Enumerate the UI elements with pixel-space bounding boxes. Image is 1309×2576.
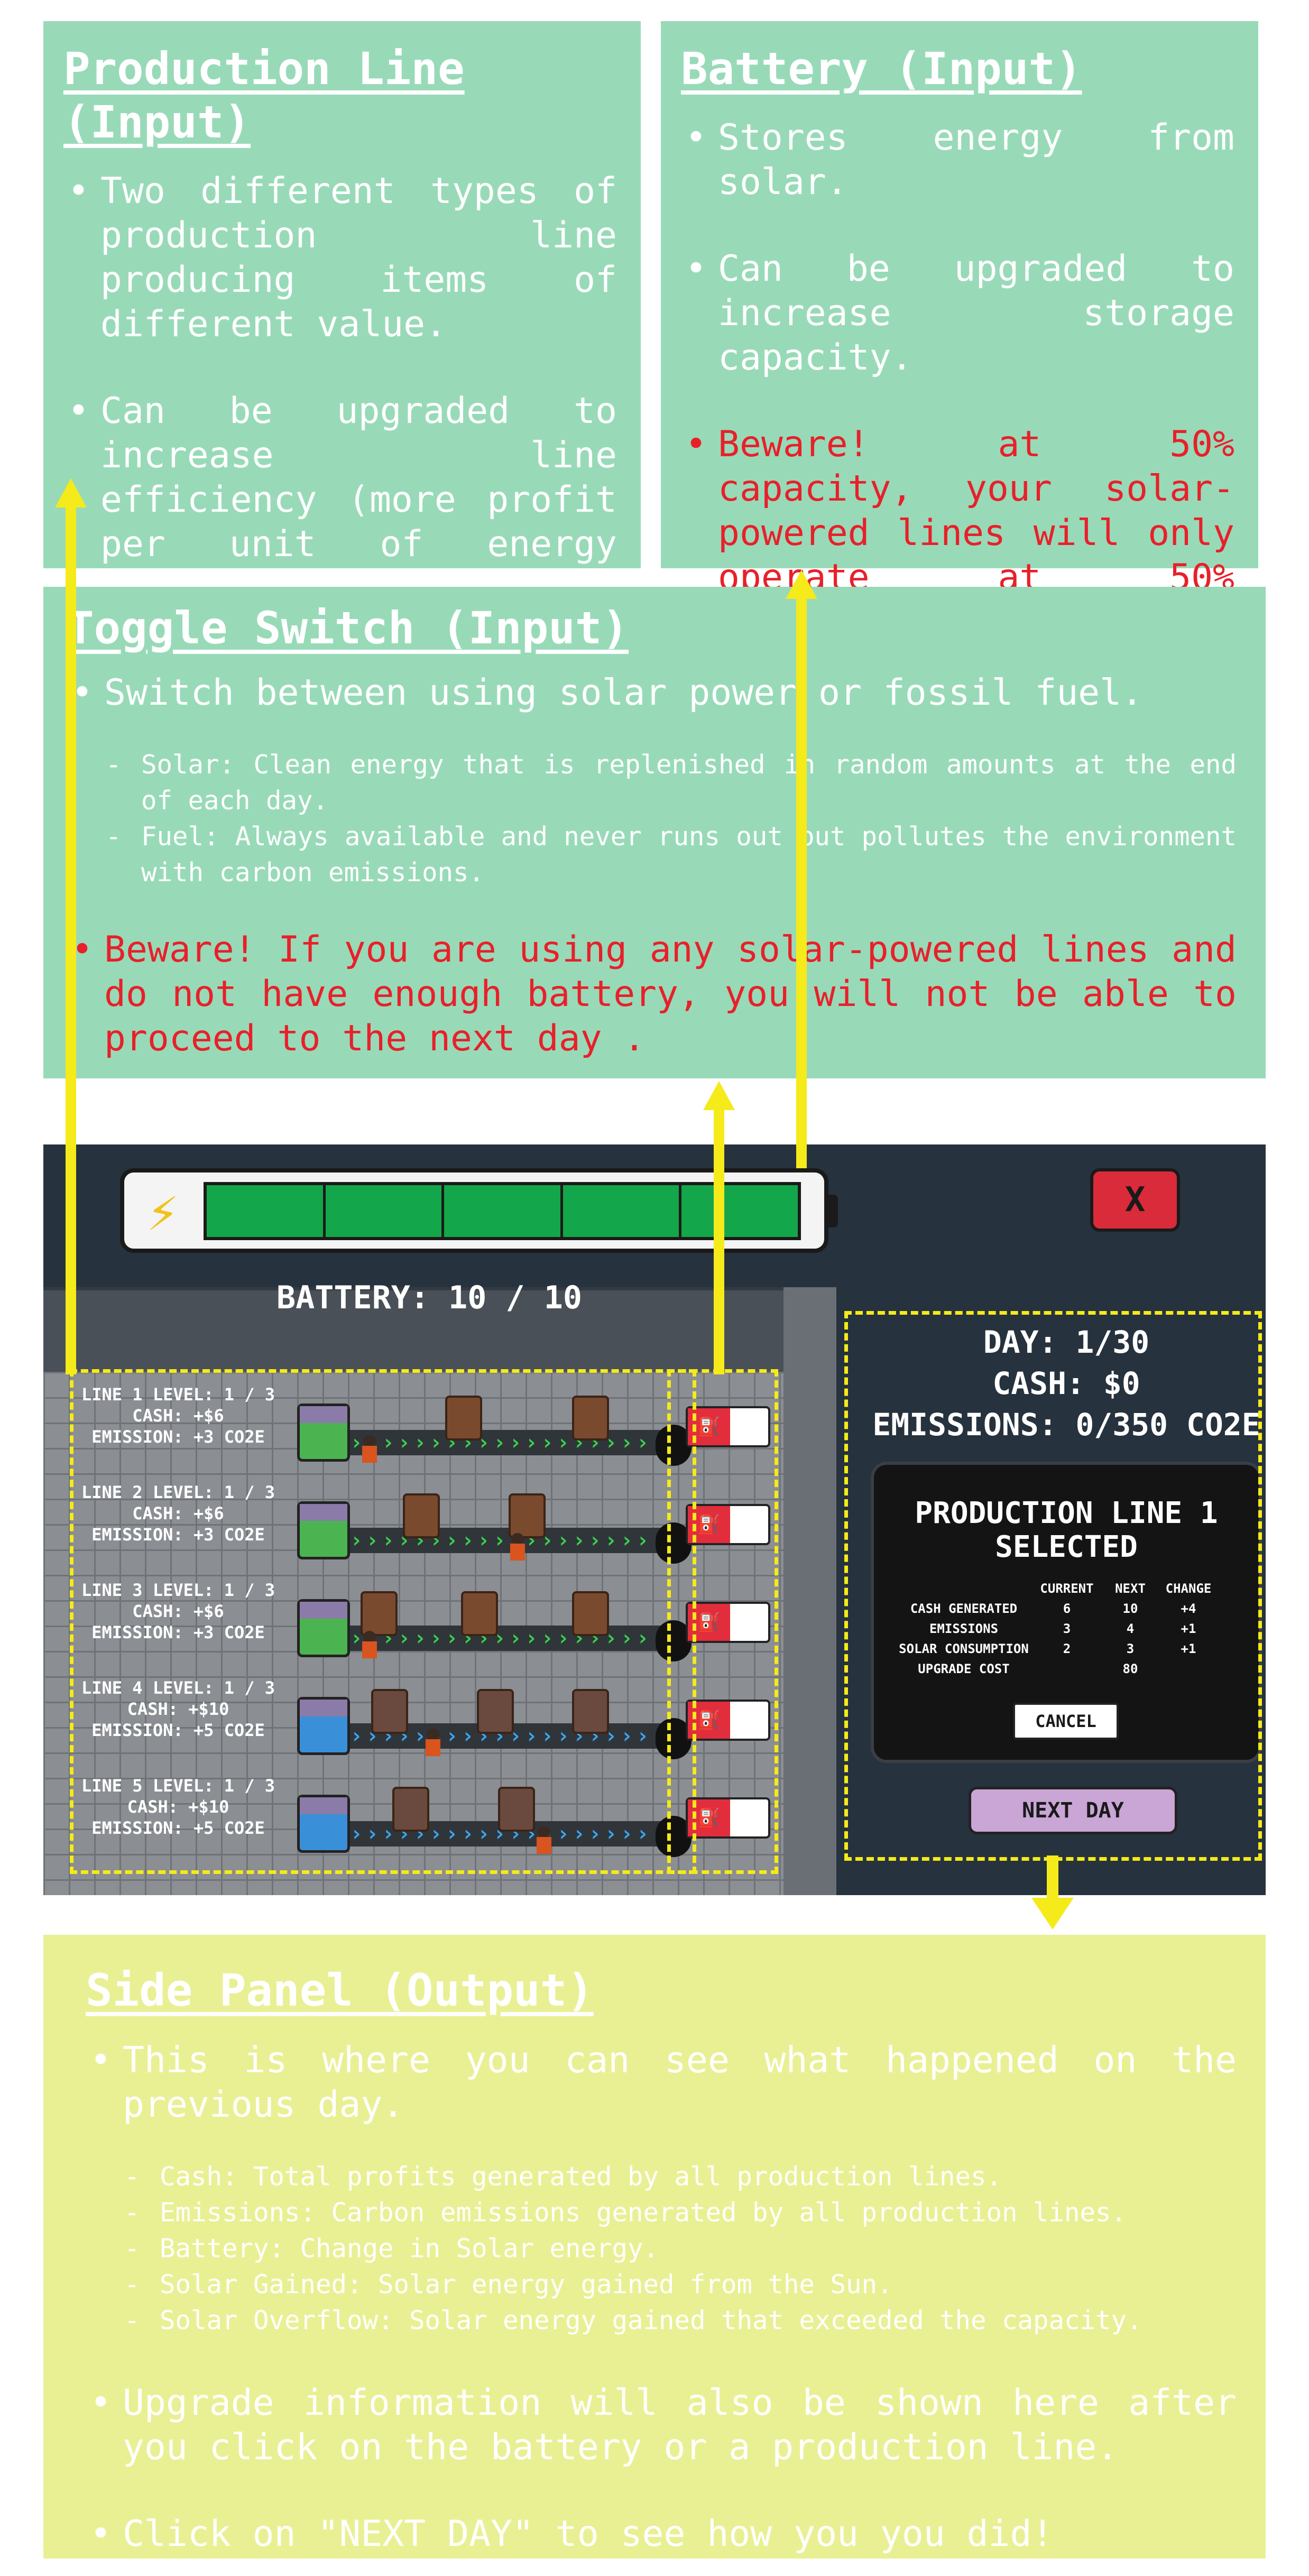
lightning-bolt-icon: ⚡ (146, 1181, 179, 1243)
side-panel-bullet-3: Click on "NEXT DAY" to see how you you d… (86, 2512, 1237, 2556)
production-lines-highlight (70, 1369, 696, 1874)
production-line-bullet-2: Can be upgraded to increase line efficie… (63, 389, 617, 611)
toggle-switch-warning: Beware! If you are using any solar-power… (67, 928, 1237, 1061)
side-panel-emissions-description: Emissions: Carbon emissions generated by… (120, 2195, 1237, 2231)
battery-cell (207, 1185, 326, 1237)
side-panel-solar-gained-description: Solar Gained: Solar energy gained from t… (120, 2267, 1237, 2303)
close-button[interactable]: X (1090, 1168, 1180, 1232)
side-panel-info-panel: Side Panel (Output) This is where you ca… (43, 1935, 1266, 2559)
arrow-to-battery (796, 597, 807, 1168)
battery-bullet-2: Can be upgraded to increase storage capa… (681, 247, 1234, 380)
battery-bullet-1: Stores energy from solar. (681, 116, 1234, 205)
battery-label: BATTERY: 10 / 10 (276, 1279, 582, 1316)
side-panel-heading: Side Panel (Output) (86, 1964, 594, 2016)
toggle-switch-heading: Toggle Switch (Input) (67, 602, 629, 654)
arrow-to-toggle-switch (714, 1110, 724, 1374)
toggles-highlight (667, 1369, 778, 1874)
toggle-fuel-description: Fuel: Always available and never runs ou… (102, 819, 1237, 891)
battery-cell (325, 1185, 445, 1237)
battery-cell (563, 1185, 682, 1237)
production-line-info-panel: Production Line (Input) Two different ty… (43, 21, 641, 610)
side-panel-battery-description: Battery: Change in Solar energy. (120, 2231, 1237, 2267)
game-screenshot: ⚡ BATTERY: 10 / 10 X LINE 1 LEVEL: 1 / 3… (43, 1144, 1266, 1895)
arrow-to-side-panel (1047, 1855, 1058, 1898)
toggle-switch-info-panel: Toggle Switch (Input) Switch between usi… (43, 587, 1266, 1078)
toggle-solar-description: Solar: Clean energy that is replenished … (102, 747, 1237, 819)
battery-cell (681, 1185, 798, 1237)
battery-heading: Battery (Input) (681, 43, 1082, 95)
toggle-switch-bullet: Switch between using solar power or foss… (67, 671, 1237, 715)
production-line-heading: Production Line (Input) (63, 43, 465, 148)
side-panel-bullet-2: Upgrade information will also be shown h… (86, 2381, 1237, 2470)
arrow-to-production-line (66, 507, 76, 1374)
side-panel-cash-description: Cash: Total profits generated by all pro… (120, 2159, 1237, 2195)
arrow-head-up-icon (703, 1081, 735, 1110)
production-line-bullet-1: Two different types of production line p… (63, 169, 617, 347)
battery-cells (204, 1182, 801, 1240)
side-panel-solar-overflow-description: Solar Overflow: Solar energy gained that… (120, 2303, 1237, 2339)
arrow-head-down-icon (1031, 1898, 1074, 1929)
battery-cell (444, 1185, 563, 1237)
battery-terminal (826, 1195, 838, 1227)
side-panel-bullet-1: This is where you can see what happened … (86, 2038, 1237, 2127)
arrow-head-up-icon (786, 570, 817, 599)
factory-side-wall (783, 1287, 836, 1895)
battery-info-panel: Battery (Input) Stores energy from solar… (661, 21, 1258, 687)
arrow-head-up-icon (55, 478, 87, 507)
side-panel-highlight (844, 1311, 1262, 1861)
